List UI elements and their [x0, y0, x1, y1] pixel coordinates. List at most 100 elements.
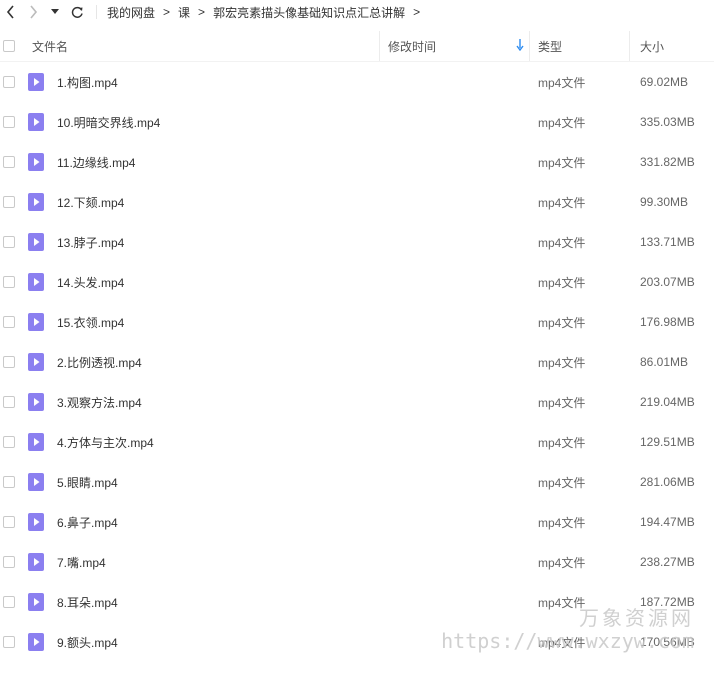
- video-file-icon: [28, 593, 44, 611]
- file-type: mp4文件: [538, 515, 586, 530]
- video-file-icon: [28, 313, 44, 331]
- file-row[interactable]: 3.观察方法.mp4 mp4文件 219.04MB: [0, 382, 714, 422]
- column-header-mtime[interactable]: 修改时间: [380, 31, 530, 61]
- column-header-name[interactable]: 文件名: [32, 31, 380, 61]
- video-file-icon: [28, 233, 44, 251]
- file-name[interactable]: 13.脖子.mp4: [57, 234, 124, 251]
- video-file-icon: [28, 273, 44, 291]
- file-name[interactable]: 3.观察方法.mp4: [57, 394, 142, 411]
- file-row[interactable]: 6.鼻子.mp4 mp4文件 194.47MB: [0, 502, 714, 542]
- row-checkbox[interactable]: [3, 396, 15, 408]
- file-name[interactable]: 1.构图.mp4: [57, 74, 118, 91]
- forward-icon[interactable]: [22, 0, 44, 24]
- row-checkbox[interactable]: [3, 116, 15, 128]
- file-row[interactable]: 4.方体与主次.mp4 mp4文件 129.51MB: [0, 422, 714, 462]
- column-header-mtime-label: 修改时间: [388, 39, 437, 54]
- file-name[interactable]: 12.下颏.mp4: [57, 194, 124, 211]
- column-header-size[interactable]: 大小: [630, 31, 714, 61]
- row-checkbox[interactable]: [3, 156, 15, 168]
- back-icon[interactable]: [0, 0, 22, 24]
- row-checkbox[interactable]: [3, 556, 15, 568]
- row-checkbox[interactable]: [3, 516, 15, 528]
- file-name[interactable]: 8.耳朵.mp4: [57, 594, 118, 611]
- file-type: mp4文件: [538, 275, 586, 290]
- file-name[interactable]: 4.方体与主次.mp4: [57, 434, 154, 451]
- file-row[interactable]: 1.构图.mp4 mp4文件 69.02MB: [0, 62, 714, 102]
- file-row[interactable]: 9.额头.mp4 mp4文件 170.56MB: [0, 622, 714, 662]
- row-checkbox[interactable]: [3, 636, 15, 648]
- row-checkbox[interactable]: [3, 76, 15, 88]
- video-file-icon: [28, 353, 44, 371]
- row-checkbox[interactable]: [3, 316, 15, 328]
- toolbar: 我的网盘 > 课 > 郭宏亮素描头像基础知识点汇总讲解 >: [0, 0, 714, 24]
- row-checkbox[interactable]: [3, 236, 15, 248]
- file-row[interactable]: 14.头发.mp4 mp4文件 203.07MB: [0, 262, 714, 302]
- file-name[interactable]: 6.鼻子.mp4: [57, 514, 118, 531]
- file-size: 335.03MB: [640, 115, 695, 129]
- video-file-icon: [28, 553, 44, 571]
- file-size: 99.30MB: [640, 195, 689, 209]
- file-size: 219.04MB: [640, 395, 695, 409]
- file-size: 176.98MB: [640, 315, 695, 329]
- breadcrumb-separator: >: [413, 5, 421, 19]
- file-type: mp4文件: [538, 355, 586, 370]
- file-type: mp4文件: [538, 155, 586, 170]
- file-name[interactable]: 5.眼睛.mp4: [57, 474, 118, 491]
- refresh-icon[interactable]: [66, 0, 88, 24]
- file-row[interactable]: 11.边缘线.mp4 mp4文件 331.82MB: [0, 142, 714, 182]
- breadcrumb-item-root[interactable]: 我的网盘: [105, 4, 157, 21]
- file-name[interactable]: 14.头发.mp4: [57, 274, 124, 291]
- file-type: mp4文件: [538, 635, 586, 650]
- video-file-icon: [28, 633, 44, 651]
- file-row[interactable]: 7.嘴.mp4 mp4文件 238.27MB: [0, 542, 714, 582]
- file-size: 331.82MB: [640, 155, 695, 169]
- select-all-checkbox[interactable]: [3, 40, 15, 52]
- breadcrumb-item-current[interactable]: 郭宏亮素描头像基础知识点汇总讲解: [211, 4, 407, 21]
- video-file-icon: [28, 193, 44, 211]
- video-file-icon: [28, 433, 44, 451]
- row-checkbox[interactable]: [3, 356, 15, 368]
- file-name[interactable]: 11.边缘线.mp4: [57, 154, 135, 171]
- file-type: mp4文件: [538, 435, 586, 450]
- file-size: 281.06MB: [640, 475, 695, 489]
- file-type: mp4文件: [538, 195, 586, 210]
- breadcrumb-item-folder[interactable]: 课: [176, 4, 192, 21]
- file-size: 170.56MB: [640, 635, 695, 649]
- file-row[interactable]: 10.明暗交界线.mp4 mp4文件 335.03MB: [0, 102, 714, 142]
- file-name[interactable]: 7.嘴.mp4: [57, 554, 106, 571]
- file-size: 238.27MB: [640, 555, 695, 569]
- video-file-icon: [28, 113, 44, 131]
- column-header-type[interactable]: 类型: [530, 31, 630, 61]
- file-size: 203.07MB: [640, 275, 695, 289]
- history-dropdown-icon[interactable]: [44, 0, 66, 24]
- file-type: mp4文件: [538, 475, 586, 490]
- file-name[interactable]: 15.衣领.mp4: [57, 314, 124, 331]
- row-checkbox[interactable]: [3, 276, 15, 288]
- toolbar-divider: [96, 5, 97, 19]
- video-file-icon: [28, 73, 44, 91]
- video-file-icon: [28, 473, 44, 491]
- video-file-icon: [28, 513, 44, 531]
- row-checkbox[interactable]: [3, 196, 15, 208]
- file-type: mp4文件: [538, 395, 586, 410]
- file-name[interactable]: 9.额头.mp4: [57, 634, 118, 651]
- row-checkbox[interactable]: [3, 596, 15, 608]
- breadcrumb: 我的网盘 > 课 > 郭宏亮素描头像基础知识点汇总讲解 >: [105, 4, 426, 21]
- file-list: 1.构图.mp4 mp4文件 69.02MB 10.明暗交界线.mp4 mp4文件 335…: [0, 62, 714, 662]
- file-size: 133.71MB: [640, 235, 695, 249]
- row-checkbox[interactable]: [3, 436, 15, 448]
- row-checkbox[interactable]: [3, 476, 15, 488]
- file-row[interactable]: 2.比例透视.mp4 mp4文件 86.01MB: [0, 342, 714, 382]
- file-type: mp4文件: [538, 315, 586, 330]
- file-row[interactable]: 12.下颏.mp4 mp4文件 99.30MB: [0, 182, 714, 222]
- file-size: 86.01MB: [640, 355, 689, 369]
- file-row[interactable]: 13.脖子.mp4 mp4文件 133.71MB: [0, 222, 714, 262]
- file-name[interactable]: 2.比例透视.mp4: [57, 354, 142, 371]
- file-name[interactable]: 10.明暗交界线.mp4: [57, 114, 160, 131]
- file-size: 187.72MB: [640, 595, 695, 609]
- video-file-icon: [28, 393, 44, 411]
- file-row[interactable]: 8.耳朵.mp4 mp4文件 187.72MB: [0, 582, 714, 622]
- file-size: 194.47MB: [640, 515, 695, 529]
- file-row[interactable]: 5.眼睛.mp4 mp4文件 281.06MB: [0, 462, 714, 502]
- file-row[interactable]: 15.衣领.mp4 mp4文件 176.98MB: [0, 302, 714, 342]
